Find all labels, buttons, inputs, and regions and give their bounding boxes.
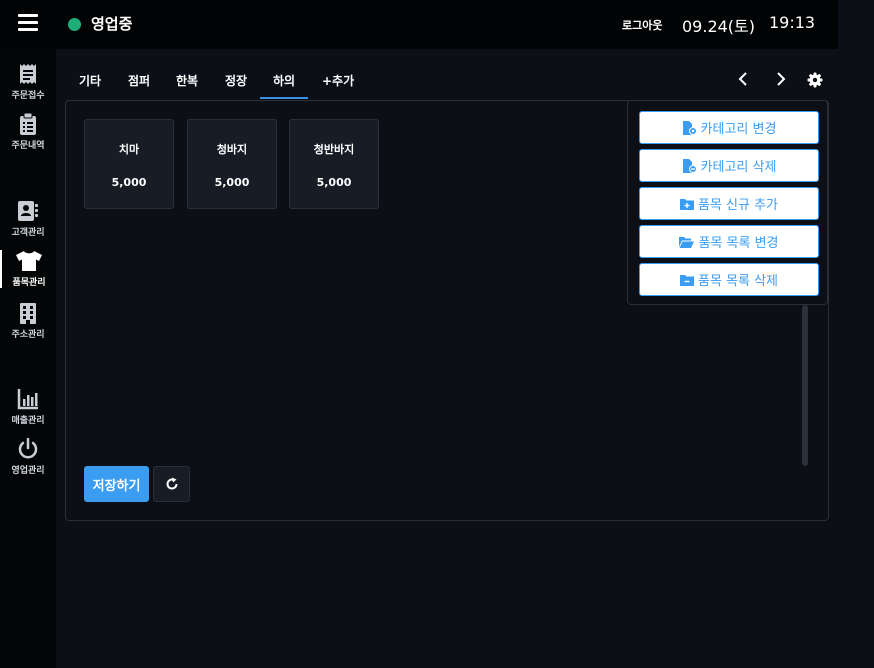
refresh-icon [166, 477, 178, 490]
sidebar-item-addresses[interactable]: 주소관리 [0, 302, 56, 340]
menu-item-label: 카테고리 변경 [700, 122, 777, 137]
sidebar-item-label: 매출관리 [11, 416, 45, 426]
settings-menu: 카테고리 변경 카테고리 삭제 품목 신규 추가 품목 목록 변경 품목 목록 … [627, 100, 828, 305]
product-card[interactable]: 치마 5,000 [84, 119, 174, 209]
current-time: 19:13 [769, 13, 816, 32]
sidebar-item-label: 품목관리 [12, 278, 46, 288]
power-icon [18, 438, 38, 459]
sidebar-item-label: 주문내역 [11, 141, 45, 151]
sidebar-item-customers[interactable]: 고객관리 [0, 200, 56, 238]
clipboard-icon [20, 113, 36, 135]
receipt-icon [20, 64, 36, 84]
folder-plus-icon [679, 198, 694, 210]
scrollbar[interactable] [802, 305, 808, 466]
contact-book-icon [18, 201, 38, 221]
product-name: 청반바지 [313, 143, 355, 156]
menu-delete-category[interactable]: 카테고리 삭제 [639, 149, 819, 182]
bar-chart-icon [17, 389, 38, 410]
chevron-left-icon[interactable] [736, 70, 752, 88]
folder-minus-icon [679, 274, 694, 286]
logout-link[interactable]: 로그아웃 [622, 17, 662, 33]
tab-bottoms[interactable]: 하의 [260, 72, 308, 99]
product-price: 5,000 [214, 176, 250, 189]
menu-delete-product-list[interactable]: 품목 목록 삭제 [639, 263, 819, 296]
chevron-right-icon[interactable] [772, 70, 788, 88]
sidebar-item-order-history[interactable]: 주문내역 [0, 113, 56, 151]
sidebar-item-label: 주소관리 [11, 330, 45, 340]
menu-change-product-list[interactable]: 품목 목록 변경 [639, 225, 819, 258]
product-price: 5,000 [111, 176, 147, 189]
tab-jumper[interactable]: 점퍼 [128, 72, 150, 99]
business-status: 영업중 [91, 15, 133, 33]
menu-change-category[interactable]: 카테고리 변경 [639, 111, 819, 144]
save-button[interactable]: 저장하기 [84, 466, 149, 502]
product-card[interactable]: 청바지 5,000 [187, 119, 277, 209]
sidebar-item-business[interactable]: 영업관리 [0, 438, 56, 476]
menu-icon[interactable] [18, 14, 38, 32]
folder-open-icon [679, 236, 695, 248]
tab-add-category[interactable]: +추가 [322, 72, 354, 99]
menu-item-label: 품목 목록 삭제 [697, 274, 779, 289]
status-indicator [68, 18, 81, 31]
tab-etc[interactable]: 기타 [79, 72, 101, 99]
sidebar-item-products[interactable]: 품목관리 [0, 250, 56, 288]
top-bar: 영업중 로그아웃 09.24(토) 19:13 [0, 0, 838, 49]
sidebar-item-order-receive[interactable]: 주문접수 [0, 63, 56, 101]
menu-item-label: 품목 목록 변경 [698, 236, 779, 251]
sidebar-item-label: 영업관리 [11, 466, 45, 476]
current-date: 09.24(토) [682, 17, 756, 36]
file-minus-icon [682, 158, 697, 173]
product-name: 치마 [118, 143, 140, 156]
tab-suit[interactable]: 정장 [225, 72, 247, 99]
shirt-icon [16, 251, 42, 271]
sidebar-item-label: 고객관리 [11, 228, 45, 238]
sidebar-item-sales[interactable]: 매출관리 [0, 388, 56, 426]
menu-add-product[interactable]: 품목 신규 추가 [639, 187, 819, 220]
gear-icon[interactable] [807, 71, 823, 89]
file-gear-icon [682, 120, 697, 135]
sidebar-item-label: 주문접수 [11, 91, 45, 101]
building-icon [20, 303, 36, 324]
tab-hanbok[interactable]: 한복 [176, 72, 198, 99]
product-name: 청바지 [216, 143, 248, 156]
menu-item-label: 카테고리 삭제 [700, 160, 777, 175]
product-price: 5,000 [316, 176, 352, 189]
refresh-button[interactable] [153, 466, 190, 502]
product-card[interactable]: 청반바지 5,000 [289, 119, 379, 209]
menu-item-label: 품목 신규 추가 [697, 198, 779, 213]
